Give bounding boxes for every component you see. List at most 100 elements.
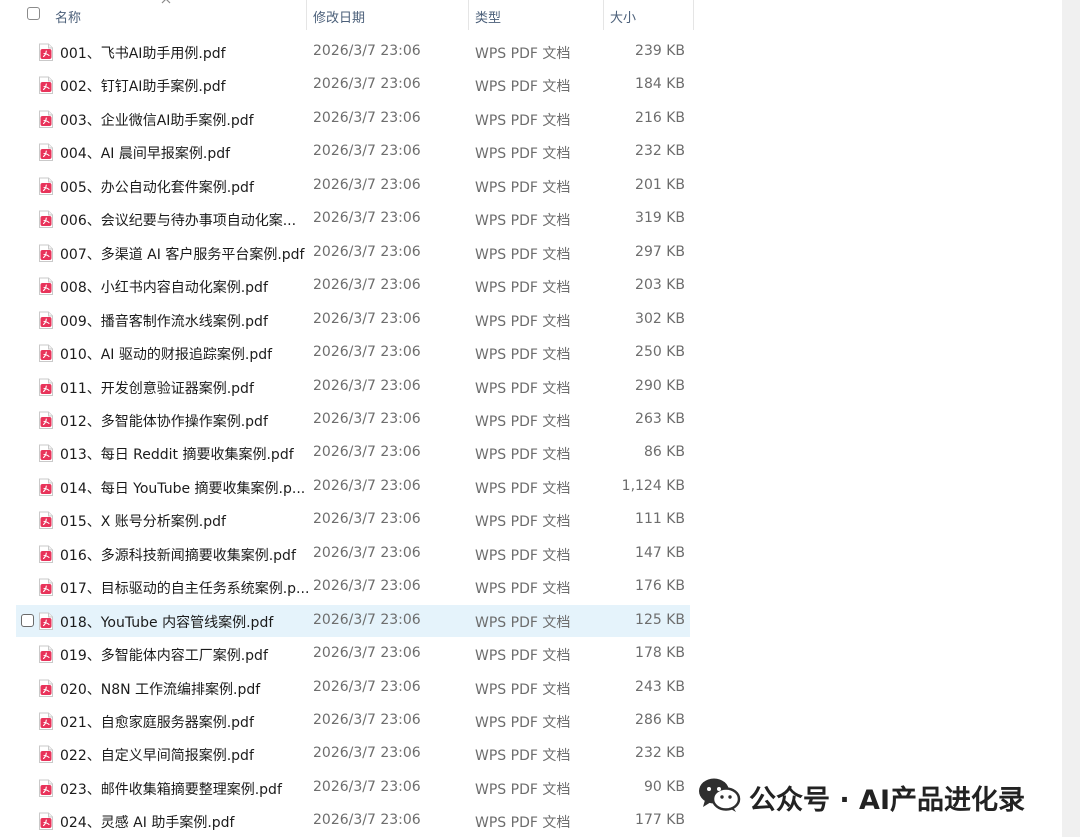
file-row[interactable]: 013、每日 Reddit 摘要收集案例.pdf 2026/3/7 23:06 WP…	[16, 437, 690, 469]
file-size: 176 KB	[635, 578, 685, 595]
column-divider[interactable]	[306, 0, 307, 30]
file-date: 2026/3/7 23:06	[313, 410, 421, 427]
pdf-file-icon	[39, 411, 53, 429]
file-name: 019、多智能体内容工厂案例.pdf	[60, 648, 268, 665]
file-date: 2026/3/7 23:06	[313, 143, 421, 160]
pdf-file-icon	[39, 478, 53, 496]
file-type: WPS PDF 文档	[475, 681, 571, 698]
file-name: 009、播音客制作流水线案例.pdf	[60, 313, 268, 330]
file-size: 216 KB	[635, 109, 685, 126]
file-type: WPS PDF 文档	[475, 447, 571, 464]
file-size: 297 KB	[635, 243, 685, 260]
file-type: WPS PDF 文档	[475, 79, 571, 96]
column-type[interactable]: 类型	[475, 7, 501, 26]
file-date: 2026/3/7 23:06	[313, 544, 421, 561]
file-size: 184 KB	[635, 76, 685, 93]
file-type: WPS PDF 文档	[475, 815, 571, 832]
file-date: 2026/3/7 23:06	[313, 243, 421, 260]
column-divider[interactable]	[468, 0, 469, 30]
pdf-file-icon	[39, 612, 53, 630]
file-row[interactable]: 006、会议纪要与待办事项自动化案... 2026/3/7 23:06 WPS PD…	[16, 203, 690, 235]
column-name[interactable]: 名称	[55, 7, 81, 26]
column-divider[interactable]	[693, 0, 694, 30]
file-type: WPS PDF 文档	[475, 480, 571, 497]
file-row[interactable]: 019、多智能体内容工厂案例.pdf 2026/3/7 23:06 WPS PDF …	[16, 638, 690, 670]
file-row[interactable]: 009、播音客制作流水线案例.pdf 2026/3/7 23:06 WPS PDF …	[16, 304, 690, 336]
file-row[interactable]: 015、X 账号分析案例.pdf 2026/3/7 23:06 WPS PDF 文档…	[16, 504, 690, 536]
file-row[interactable]: 021、自愈家庭服务器案例.pdf 2026/3/7 23:06 WPS PDF 文…	[16, 705, 690, 737]
file-row[interactable]: 022、自定义早间简报案例.pdf 2026/3/7 23:06 WPS PDF 文…	[16, 738, 690, 770]
file-row[interactable]: 020、N8N 工作流编排案例.pdf 2026/3/7 23:06 WPS PDF…	[16, 672, 690, 704]
watermark-text: 公众号 · AI产品进化录	[749, 785, 1025, 816]
pdf-file-icon	[39, 177, 53, 195]
file-name: 003、企业微信AI助手案例.pdf	[60, 112, 254, 129]
pdf-file-icon	[39, 110, 53, 128]
pdf-file-icon	[39, 779, 53, 797]
file-row[interactable]: 011、开发创意验证器案例.pdf 2026/3/7 23:06 WPS PDF 文…	[16, 371, 690, 403]
file-size: 177 KB	[635, 812, 685, 829]
file-row[interactable]: 023、邮件收集箱摘要整理案例.pdf 2026/3/7 23:06 WPS PDF…	[16, 772, 690, 804]
file-row[interactable]: 018、YouTube 内容管线案例.pdf 2026/3/7 23:06 WPS …	[16, 604, 690, 637]
file-type: WPS PDF 文档	[475, 347, 571, 364]
file-date: 2026/3/7 23:06	[313, 76, 421, 93]
column-divider[interactable]	[603, 0, 604, 30]
pdf-file-icon	[39, 545, 53, 563]
file-size: 302 KB	[635, 310, 685, 327]
file-type: WPS PDF 文档	[475, 547, 571, 564]
file-date: 2026/3/7 23:06	[313, 277, 421, 294]
vertical-scrollbar[interactable]	[1062, 0, 1080, 837]
file-row[interactable]: 007、多渠道 AI 客户服务平台案例.pdf 2026/3/7 23:06 WPS…	[16, 237, 690, 269]
file-type: WPS PDF 文档	[475, 146, 571, 163]
file-name: 015、X 账号分析案例.pdf	[60, 514, 226, 531]
column-size[interactable]: 大小	[610, 7, 636, 26]
file-size: 86 KB	[643, 444, 685, 461]
file-date: 2026/3/7 23:06	[313, 444, 421, 461]
select-all-checkbox[interactable]	[27, 7, 40, 20]
file-size: 1,124 KB	[621, 477, 685, 494]
pdf-file-icon	[39, 43, 53, 61]
file-row[interactable]: 003、企业微信AI助手案例.pdf 2026/3/7 23:06 WPS PDF …	[16, 103, 690, 135]
file-size: 111 KB	[635, 511, 685, 528]
pdf-file-icon	[39, 277, 53, 296]
column-date[interactable]: 修改日期	[313, 7, 365, 26]
file-name: 022、自定义早间简报案例.pdf	[60, 748, 254, 765]
file-size: 178 KB	[635, 645, 685, 662]
file-size: 147 KB	[635, 544, 685, 561]
file-name: 007、多渠道 AI 客户服务平台案例.pdf	[60, 246, 305, 263]
file-row[interactable]: 024、灵感 AI 助手案例.pdf 2026/3/7 23:06 WPS PDF …	[16, 805, 690, 837]
file-row[interactable]: 012、多智能体协作操作案例.pdf 2026/3/7 23:06 WPS PDF …	[16, 404, 690, 436]
file-name: 021、自愈家庭服务器案例.pdf	[60, 715, 254, 731]
pdf-file-icon	[39, 578, 53, 597]
file-type: WPS PDF 文档	[475, 648, 571, 665]
file-row[interactable]: 016、多源科技新闻摘要收集案例.pdf 2026/3/7 23:06 WPS PD…	[16, 538, 690, 570]
file-date: 2026/3/7 23:06	[313, 778, 421, 795]
file-size: 201 KB	[635, 176, 685, 193]
file-name: 011、开发创意验证器案例.pdf	[60, 380, 254, 397]
file-date: 2026/3/7 23:06	[313, 812, 421, 829]
file-date: 2026/3/7 23:06	[313, 310, 421, 327]
file-row[interactable]: 017、目标驱动的自主任务系统案例.p... 2026/3/7 23:06 WPS …	[16, 571, 690, 603]
file-row[interactable]: 008、小红书内容自动化案例.pdf 2026/3/7 23:06 WPS PDF …	[16, 270, 690, 302]
file-type: WPS PDF 文档	[475, 413, 571, 430]
file-date: 2026/3/7 23:06	[313, 745, 421, 762]
file-date: 2026/3/7 23:06	[313, 377, 421, 394]
file-row[interactable]: 004、AI 晨间早报案例.pdf 2026/3/7 23:06 WPS PDF 文…	[16, 136, 690, 168]
file-row[interactable]: 002、钉钉AI助手案例.pdf 2026/3/7 23:06 WPS PDF 文档…	[16, 69, 690, 101]
file-type: WPS PDF 文档	[475, 715, 571, 731]
file-row[interactable]: 014、每日 YouTube 摘要收集案例.p... 2026/3/7 23:06…	[16, 471, 690, 503]
wechat-icon	[699, 778, 741, 812]
file-list: 名称 修改日期 类型 大小 001、飞书AI助手用例.pdf 2026/3/7 2…	[0, 0, 1062, 837]
file-date: 2026/3/7 23:06	[313, 109, 421, 126]
file-row[interactable]: 010、AI 驱动的财报追踪案例.pdf 2026/3/7 23:06 WPS PD…	[16, 337, 690, 369]
file-name: 004、AI 晨间早报案例.pdf	[60, 146, 231, 163]
file-name: 012、多智能体协作操作案例.pdf	[60, 413, 268, 430]
pdf-file-icon	[39, 444, 53, 463]
row-checkbox[interactable]	[21, 613, 34, 627]
file-type: WPS PDF 文档	[475, 614, 571, 631]
file-date: 2026/3/7 23:06	[313, 210, 421, 227]
file-row[interactable]: 005、办公自动化套件案例.pdf 2026/3/7 23:06 WPS PDF 文…	[16, 170, 690, 202]
file-name: 002、钉钉AI助手案例.pdf	[60, 79, 226, 96]
file-row[interactable]: 001、飞书AI助手用例.pdf 2026/3/7 23:06 WPS PDF 文档…	[16, 36, 690, 68]
file-name: 005、办公自动化套件案例.pdf	[60, 179, 254, 196]
file-name: 016、多源科技新闻摘要收集案例.pdf	[60, 547, 296, 564]
